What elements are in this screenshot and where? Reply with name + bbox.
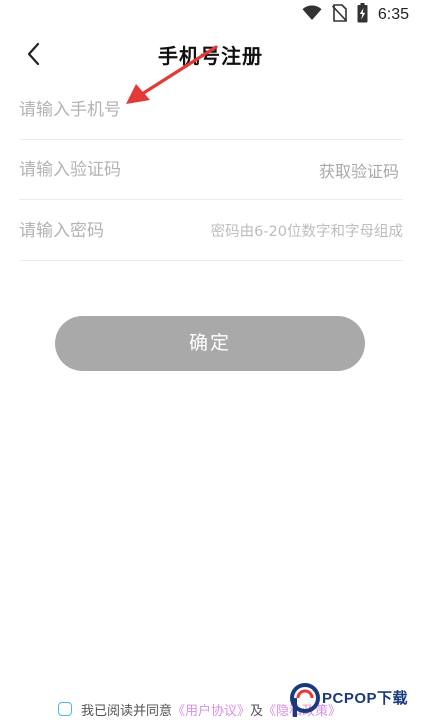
status-bar: 6:35 bbox=[0, 0, 421, 30]
user-agreement-link[interactable]: 《用户协议》 bbox=[172, 700, 250, 719]
confirm-button[interactable]: 确定 bbox=[55, 316, 365, 371]
code-field-row: 获取验证码 bbox=[19, 140, 403, 200]
phone-field-row bbox=[19, 80, 403, 140]
battery-charging-icon bbox=[357, 3, 368, 27]
get-code-button[interactable]: 获取验证码 bbox=[319, 158, 403, 182]
wifi-icon bbox=[302, 5, 322, 25]
agreement-conjunction: 及 bbox=[250, 703, 264, 719]
password-input[interactable] bbox=[19, 220, 211, 241]
agreement-prefix: 我已阅读并同意 bbox=[81, 703, 173, 719]
agreement-row: 我已阅读并同意 《用户协议》 及 《隐私政策》 bbox=[58, 699, 341, 719]
phone-input[interactable] bbox=[19, 99, 403, 120]
status-time: 6:35 bbox=[377, 6, 409, 23]
verification-code-input[interactable] bbox=[19, 159, 319, 180]
privacy-policy-link[interactable]: 《隐私政策》 bbox=[263, 700, 341, 719]
header: 手机号注册 bbox=[0, 30, 421, 76]
password-field-row: 密码由6-20位数字和字母组成 bbox=[19, 201, 403, 261]
password-hint: 密码由6-20位数字和字母组成 bbox=[210, 224, 403, 240]
agree-checkbox[interactable] bbox=[58, 702, 72, 716]
status-icons: 6:35 bbox=[302, 3, 409, 27]
page-title: 手机号注册 bbox=[158, 44, 263, 68]
register-screen: 6:35 手机号注册 获取验证码 密码由6-20位数字和字母组成 确定 我已阅读… bbox=[0, 0, 421, 720]
no-sim-icon bbox=[331, 4, 347, 26]
